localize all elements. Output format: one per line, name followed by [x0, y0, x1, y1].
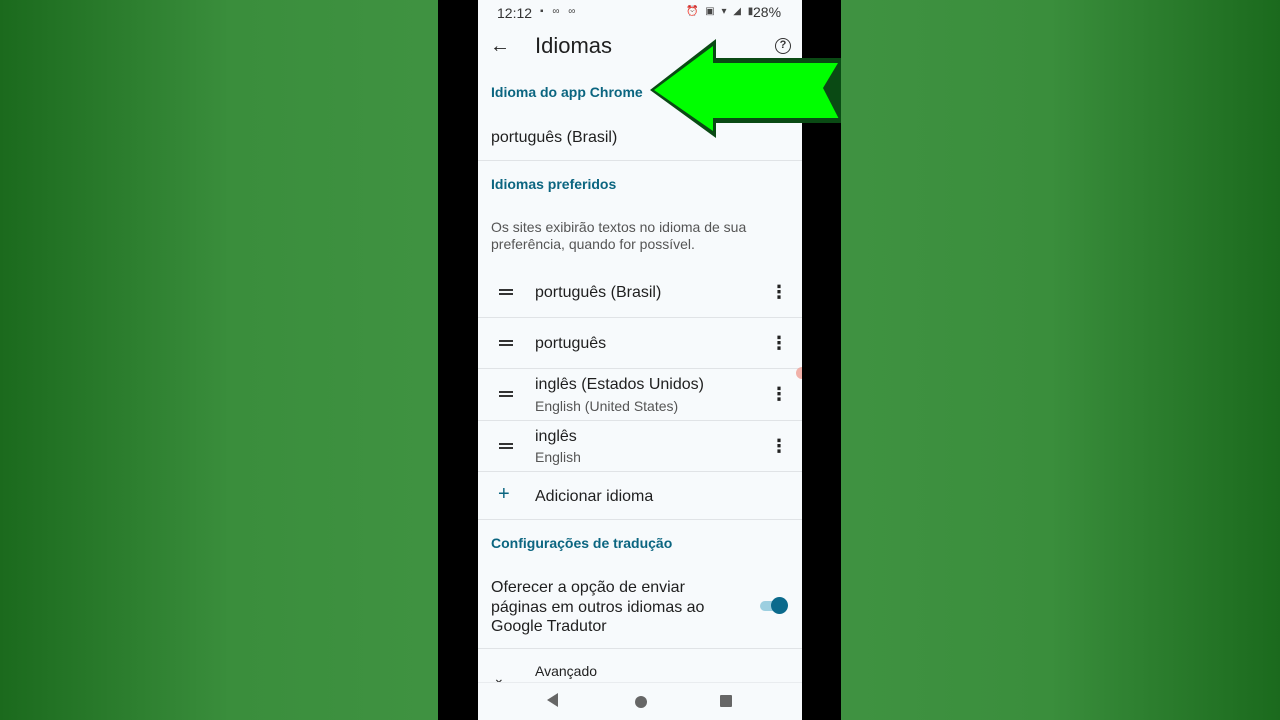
divider — [478, 648, 802, 649]
page-title: Idiomas — [535, 33, 613, 58]
language-native-name: English — [535, 449, 581, 465]
chrome-language-value[interactable]: português (Brasil) — [491, 129, 617, 147]
offer-translation-toggle[interactable] — [760, 597, 788, 615]
status-notification-icons: ▪ ∞ ∞ — [540, 6, 579, 17]
drag-handle-icon[interactable] — [499, 443, 513, 449]
plus-icon: + — [498, 483, 510, 505]
language-item[interactable]: português ⋮ — [478, 318, 802, 369]
back-arrow-icon[interactable]: ← — [490, 34, 510, 58]
section-title-translation-settings: Configurações de tradução — [491, 535, 673, 551]
battery-level: 28% — [753, 4, 782, 20]
add-language-button[interactable]: + Adicionar idioma — [478, 472, 802, 520]
touch-indicator — [796, 367, 802, 379]
language-item[interactable]: português (Brasil) ⋮ — [478, 267, 802, 318]
divider — [478, 519, 802, 520]
status-system-icons: ⏰ ▣ ▾ ◢ ▮ — [686, 6, 756, 17]
preferred-languages-description: Os sites exibirão textos no idioma de su… — [491, 219, 747, 252]
toggle-knob — [771, 597, 788, 614]
drag-handle-icon[interactable] — [499, 340, 513, 346]
language-name: inglês (Estados Unidos) — [535, 376, 704, 393]
language-item[interactable]: inglês (Estados Unidos) English (United … — [478, 369, 802, 420]
drag-handle-icon[interactable] — [499, 391, 513, 397]
nav-home-icon[interactable] — [635, 696, 647, 708]
language-name: português (Brasil) — [535, 284, 662, 301]
divider — [478, 160, 802, 161]
section-title-preferred-languages: Idiomas preferidos — [491, 176, 617, 192]
language-name: português — [535, 335, 607, 352]
offer-translation-text: Oferecer a opção de enviar páginas em ou… — [491, 579, 705, 635]
section-title-chrome-language: Idioma do app Chrome — [491, 84, 643, 100]
language-native-name: English (United States) — [535, 398, 679, 414]
nav-back-icon[interactable] — [547, 693, 558, 707]
green-pointer-arrow-icon — [650, 39, 841, 138]
status-time: 12:12 — [497, 5, 533, 21]
language-item[interactable]: inglês English ⋮ — [478, 421, 802, 472]
phone-bezel-left — [438, 0, 478, 720]
more-options-icon[interactable]: ⋮ — [768, 435, 790, 457]
system-nav-bar — [478, 682, 802, 720]
more-options-icon[interactable]: ⋮ — [768, 281, 790, 303]
status-bar: 12:12 ▪ ∞ ∞ ⏰ ▣ ▾ ◢ ▮ 28% — [478, 0, 802, 26]
nav-recents-icon[interactable] — [720, 695, 732, 707]
language-name: inglês — [535, 428, 577, 445]
more-options-icon[interactable]: ⋮ — [768, 383, 790, 405]
more-options-icon[interactable]: ⋮ — [768, 332, 790, 354]
add-language-label: Adicionar idioma — [535, 488, 654, 505]
advanced-label[interactable]: Avançado — [535, 663, 597, 679]
drag-handle-icon[interactable] — [499, 289, 513, 295]
